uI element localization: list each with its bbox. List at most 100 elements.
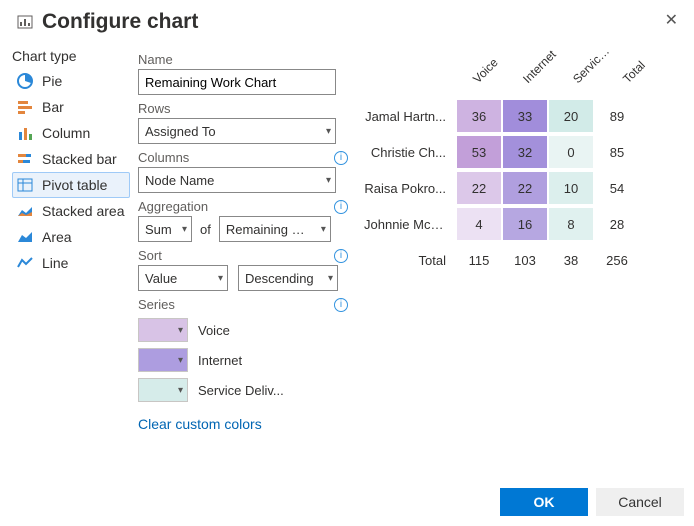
chart-type-stacked-area[interactable]: Stacked area xyxy=(12,198,130,224)
configure-chart-dialog: ✕ Configure chart Chart type Pie Bar Colum… xyxy=(0,0,694,526)
series-color-swatch[interactable]: ▾ xyxy=(138,318,188,342)
pivot-col-header: Service Del... xyxy=(570,41,615,86)
name-input[interactable] xyxy=(138,69,336,95)
pivot-cell: 256 xyxy=(594,243,640,277)
pivot-cell: 20 xyxy=(548,99,594,133)
pivot-row: Christie Ch...5332085 xyxy=(364,134,682,170)
sort-dir-select[interactable]: Descending▾ xyxy=(238,265,338,291)
series-row: ▾ Service Deliv... xyxy=(138,378,348,402)
chart-settings-panel: Name Rows Assigned To▾ Columnsi Node Nam… xyxy=(138,46,348,432)
dialog-footer: OK Cancel xyxy=(500,488,684,516)
series-name: Voice xyxy=(198,323,230,338)
chevron-down-icon: ▾ xyxy=(178,385,183,396)
pivot-column-headers: VoiceInternetService Del...Total xyxy=(364,46,682,86)
chart-icon xyxy=(16,13,34,31)
pivot-table-icon xyxy=(16,176,34,194)
chart-type-label: Line xyxy=(42,255,68,271)
chart-type-bar[interactable]: Bar xyxy=(12,94,130,120)
pivot-cell: 4 xyxy=(456,207,502,241)
chart-type-column[interactable]: Column xyxy=(12,120,130,146)
pivot-cell: 8 xyxy=(548,207,594,241)
chart-type-panel: Chart type Pie Bar Column Stacked bar Pivot … xyxy=(12,46,130,432)
pivot-cell: 38 xyxy=(548,243,594,277)
series-label: Series xyxy=(138,297,175,312)
chart-type-label: Bar xyxy=(42,99,64,115)
pivot-cell: 0 xyxy=(548,135,594,169)
pivot-row: Jamal Hartn...36332089 xyxy=(364,98,682,134)
pivot-cell: 115 xyxy=(456,243,502,277)
pivot-cell: 16 xyxy=(502,207,548,241)
chart-type-label: Stacked area xyxy=(42,203,125,219)
pivot-row-header: Raisa Pokro... xyxy=(364,181,456,196)
pivot-row: Johnnie McL...416828 xyxy=(364,206,682,242)
pivot-row-header: Total xyxy=(364,253,456,268)
pivot-cell: 54 xyxy=(594,171,640,205)
pivot-cell: 89 xyxy=(594,99,640,133)
pivot-cell: 103 xyxy=(502,243,548,277)
area-icon xyxy=(16,228,34,246)
aggregation-func-select[interactable]: Sum▾ xyxy=(138,216,192,242)
ok-button[interactable]: OK xyxy=(500,488,588,516)
pivot-col-header: Voice xyxy=(470,41,515,86)
info-icon[interactable]: i xyxy=(334,298,348,312)
aggregation-label: Aggregation xyxy=(138,199,208,214)
chart-type-label: Column xyxy=(42,125,90,141)
series-name: Internet xyxy=(198,353,242,368)
pivot-cell: 22 xyxy=(456,171,502,205)
series-color-swatch[interactable]: ▾ xyxy=(138,348,188,372)
info-icon[interactable]: i xyxy=(334,249,348,263)
aggregation-field-select[interactable]: Remaining Work▾ xyxy=(219,216,331,242)
chevron-down-icon: ▾ xyxy=(321,224,326,235)
chevron-down-icon: ▾ xyxy=(326,126,331,137)
chart-type-label: Area xyxy=(42,229,72,245)
pivot-cell: 85 xyxy=(594,135,640,169)
chart-type-stacked-bar[interactable]: Stacked bar xyxy=(12,146,130,172)
pivot-row-header: Christie Ch... xyxy=(364,145,456,160)
sort-label: Sort xyxy=(138,248,162,263)
columns-select[interactable]: Node Name▾ xyxy=(138,167,336,193)
info-icon[interactable]: i xyxy=(334,151,348,165)
pivot-cell: 10 xyxy=(548,171,594,205)
chart-preview: VoiceInternetService Del...Total Jamal Ha… xyxy=(356,46,690,432)
pivot-cell: 33 xyxy=(502,99,548,133)
clear-custom-colors-link[interactable]: Clear custom colors xyxy=(138,416,262,432)
pie-icon xyxy=(16,72,34,90)
series-row: ▾ Voice xyxy=(138,318,348,342)
close-icon[interactable]: ✕ xyxy=(657,6,686,34)
chart-type-label: Stacked bar xyxy=(42,151,117,167)
pivot-row-header: Johnnie McL... xyxy=(364,217,456,232)
chevron-down-icon: ▾ xyxy=(326,175,331,186)
stacked-area-icon xyxy=(16,202,34,220)
pivot-cell: 53 xyxy=(456,135,502,169)
chart-type-line[interactable]: Line xyxy=(12,250,130,276)
chevron-down-icon: ▾ xyxy=(182,224,187,235)
pivot-row: Total11510338256 xyxy=(364,242,682,278)
rows-select[interactable]: Assigned To▾ xyxy=(138,118,336,144)
series-color-swatch[interactable]: ▾ xyxy=(138,378,188,402)
chart-type-pie[interactable]: Pie xyxy=(12,68,130,94)
pivot-cell: 28 xyxy=(594,207,640,241)
dialog-header: Configure chart xyxy=(0,10,694,40)
chart-type-label: Pie xyxy=(42,73,62,89)
pivot-row: Raisa Pokro...22221054 xyxy=(364,170,682,206)
chart-type-label: Pivot table xyxy=(42,177,107,193)
chevron-down-icon: ▾ xyxy=(178,325,183,336)
bar-icon xyxy=(16,98,34,116)
stacked-bar-icon xyxy=(16,150,34,168)
line-icon xyxy=(16,254,34,272)
sort-by-select[interactable]: Value▾ xyxy=(138,265,228,291)
series-name: Service Deliv... xyxy=(198,383,284,398)
chevron-down-icon: ▾ xyxy=(218,273,223,284)
chart-type-area[interactable]: Area xyxy=(12,224,130,250)
cancel-button[interactable]: Cancel xyxy=(596,488,684,516)
chart-type-label: Chart type xyxy=(12,48,130,64)
aggregation-of-text: of xyxy=(200,222,211,237)
rows-label: Rows xyxy=(138,101,171,116)
column-icon xyxy=(16,124,34,142)
pivot-cell: 22 xyxy=(502,171,548,205)
series-row: ▾ Internet xyxy=(138,348,348,372)
dialog-title: Configure chart xyxy=(42,10,198,34)
chart-type-pivot-table[interactable]: Pivot table xyxy=(12,172,130,198)
info-icon[interactable]: i xyxy=(334,200,348,214)
columns-label: Columns xyxy=(138,150,189,165)
